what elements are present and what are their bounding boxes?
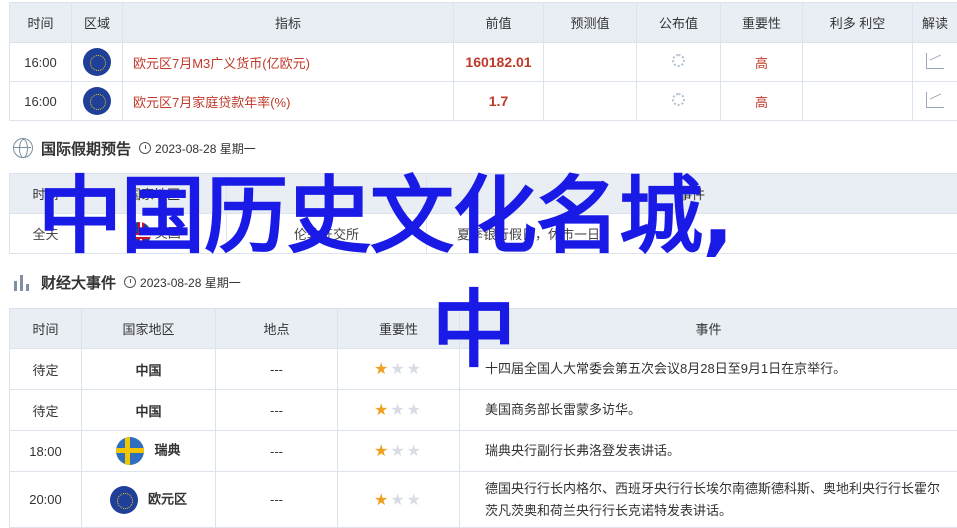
- col-time: 时间: [10, 309, 82, 349]
- col-forecast: 预测值: [544, 3, 637, 43]
- col-region: 区域: [72, 3, 123, 43]
- time-cell: 待定: [10, 349, 82, 390]
- holiday-section-date: 2023-08-28 星期一: [139, 140, 256, 157]
- star-rating: ★★★: [374, 492, 423, 509]
- time-cell: 待定: [10, 390, 82, 431]
- date-text: 2023-08-28 星期一: [155, 140, 256, 157]
- country-cell: 中国: [82, 349, 216, 390]
- impact-cell: [803, 82, 913, 121]
- time-cell: 18:00: [10, 431, 82, 472]
- actual-value: [637, 43, 721, 82]
- importance-value: 高: [721, 43, 803, 82]
- star-rating: ★★★: [374, 361, 423, 378]
- col-analysis: 解读: [913, 3, 957, 43]
- indicator-link[interactable]: 欧元区7月家庭贷款年率(%): [123, 82, 454, 121]
- event-text: 德国央行行长内格尔、西班牙央行行长埃尔南德斯德科斯、奥地利央行行长霍尔茨凡茨奥和…: [460, 472, 957, 528]
- col-importance: 重要性: [721, 3, 803, 43]
- country-cell: 欧元区: [82, 472, 216, 528]
- clock-icon: [124, 276, 136, 288]
- overlay-title: 中国历史文化名城,: [38, 168, 938, 264]
- country-name: 欧元区: [148, 491, 187, 506]
- eu-flag-icon: [110, 486, 138, 514]
- importance-stars: ★★★: [338, 472, 460, 528]
- time-cell: 16:00: [10, 43, 72, 82]
- previous-value: 1.7: [454, 82, 544, 121]
- overlay-title-line2: 中: [432, 282, 516, 378]
- chart-bars-icon: [13, 273, 33, 291]
- time-cell: 20:00: [10, 472, 82, 528]
- indicator-link[interactable]: 欧元区7月M3广义货币(亿欧元): [123, 43, 454, 82]
- time-cell: 16:00: [10, 82, 72, 121]
- sweden-flag-icon: [116, 437, 144, 465]
- date-text: 2023-08-28 星期一: [140, 274, 241, 291]
- col-country: 国家地区: [82, 309, 216, 349]
- analysis-cell[interactable]: [913, 82, 957, 121]
- globe-icon: [13, 138, 33, 158]
- event-text: 瑞典央行副行长弗洛登发表讲话。: [460, 431, 957, 472]
- star-rating: ★★★: [374, 443, 423, 460]
- event-text: 美国商务部长雷蒙多访华。: [460, 390, 957, 431]
- holiday-section-header: 国际假期预告 2023-08-28 星期一: [13, 137, 256, 159]
- actual-value: [637, 82, 721, 121]
- col-time: 时间: [10, 3, 72, 43]
- analysis-cell[interactable]: [913, 43, 957, 82]
- col-actual: 公布值: [637, 3, 721, 43]
- chart-icon[interactable]: [926, 53, 944, 69]
- col-event: 事件: [460, 309, 957, 349]
- importance-stars: ★★★: [338, 431, 460, 472]
- events-section-date: 2023-08-28 星期一: [124, 274, 241, 291]
- economic-calendar-table: 时间 区域 指标 前值 预测值 公布值 重要性 利多 利空 解读 16:00 欧…: [9, 2, 957, 121]
- col-impact: 利多 利空: [803, 3, 913, 43]
- table-row: 20:00 欧元区 --- ★★★ 德国央行行长内格尔、西班牙央行行长埃尔南德斯…: [10, 472, 957, 528]
- loading-icon: [672, 54, 685, 67]
- place-cell: ---: [216, 472, 338, 528]
- region-cell: [72, 43, 123, 82]
- place-cell: ---: [216, 390, 338, 431]
- loading-icon: [672, 93, 685, 106]
- previous-value: 160182.01: [454, 43, 544, 82]
- region-cell: [72, 82, 123, 121]
- country-cell: 中国: [82, 390, 216, 431]
- importance-stars: ★★★: [338, 390, 460, 431]
- forecast-value: [544, 43, 637, 82]
- table-row: 待定 中国 --- ★★★ 美国商务部长雷蒙多访华。: [10, 390, 957, 431]
- table-row: 16:00 欧元区7月M3广义货币(亿欧元) 160182.01 高: [10, 43, 957, 82]
- clock-icon: [139, 142, 151, 154]
- chart-icon[interactable]: [926, 92, 944, 108]
- eu-flag-icon: [83, 48, 111, 76]
- table-header-row: 时间 区域 指标 前值 预测值 公布值 重要性 利多 利空 解读: [10, 3, 957, 43]
- forecast-value: [544, 82, 637, 121]
- col-place: 地点: [216, 309, 338, 349]
- star-rating: ★★★: [374, 402, 423, 419]
- country-name: 瑞典: [154, 442, 180, 457]
- table-row: 16:00 欧元区7月家庭贷款年率(%) 1.7 高: [10, 82, 957, 121]
- holiday-section-title: 国际假期预告: [41, 138, 131, 159]
- table-row: 18:00 瑞典 --- ★★★ 瑞典央行副行长弗洛登发表讲话。: [10, 431, 957, 472]
- events-section-header: 财经大事件 2023-08-28 星期一: [13, 271, 241, 293]
- col-previous: 前值: [454, 3, 544, 43]
- eu-flag-icon: [83, 87, 111, 115]
- place-cell: ---: [216, 431, 338, 472]
- place-cell: ---: [216, 349, 338, 390]
- col-indicator: 指标: [123, 3, 454, 43]
- events-section-title: 财经大事件: [41, 272, 116, 293]
- importance-value: 高: [721, 82, 803, 121]
- event-text: 十四届全国人大常委会第五次会议8月28日至9月1日在京举行。: [460, 349, 957, 390]
- country-cell: 瑞典: [82, 431, 216, 472]
- impact-cell: [803, 43, 913, 82]
